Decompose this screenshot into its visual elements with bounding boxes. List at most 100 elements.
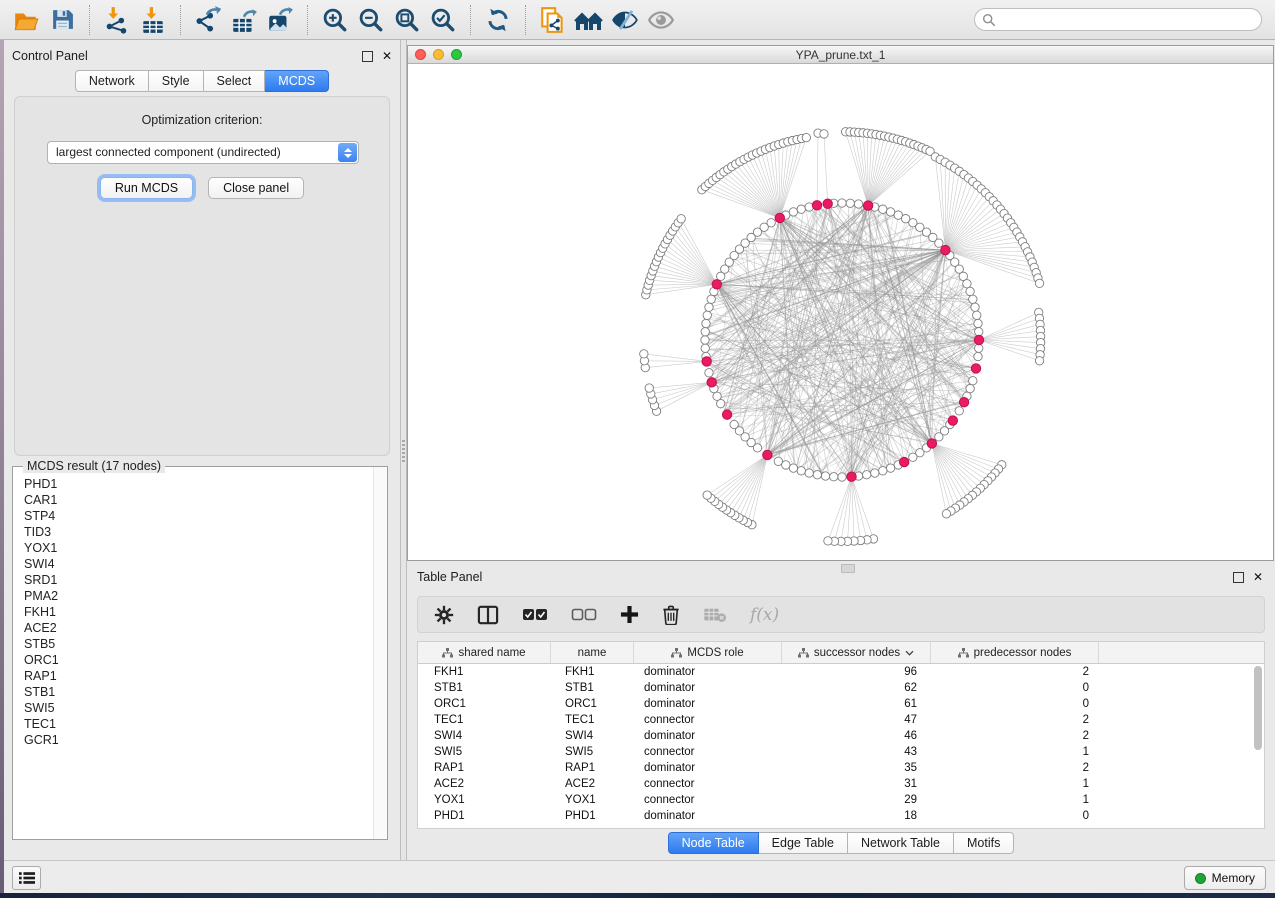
table-cell: 47 <box>782 712 931 728</box>
mcds-result-item[interactable]: GCR1 <box>24 732 373 748</box>
select-all-icon[interactable] <box>522 603 548 627</box>
mcds-result-list[interactable]: PHD1CAR1STP4TID3YOX1SWI4SRD1PMA2FKH1ACE2… <box>14 470 373 838</box>
table-row[interactable]: STB1STB1dominator620 <box>418 680 1264 696</box>
mcds-result-item[interactable]: TEC1 <box>24 716 373 732</box>
table-row[interactable]: ACE2ACE2connector311 <box>418 776 1264 792</box>
network-window-titlebar[interactable]: YPA_prune.txt_1 <box>408 46 1273 64</box>
table-row[interactable]: SWI5SWI5connector431 <box>418 744 1264 760</box>
hide-annotations-icon[interactable] <box>610 5 640 35</box>
table-cell: ORC1 <box>551 696 634 712</box>
node-table-body[interactable]: FKH1FKH1dominator962STB1STB1dominator620… <box>418 664 1264 824</box>
mcds-result-item[interactable]: STB1 <box>24 684 373 700</box>
show-graphics-details-icon[interactable] <box>646 5 676 35</box>
add-column-icon[interactable] <box>620 603 639 627</box>
table-row[interactable]: ORC1ORC1dominator610 <box>418 696 1264 712</box>
column-header-successor-nodes[interactable]: successor nodes <box>782 642 931 663</box>
network-graph[interactable] <box>408 63 1273 560</box>
table-settings-gear-icon[interactable] <box>434 603 454 627</box>
column-header-MCDS-role[interactable]: MCDS role <box>634 642 782 663</box>
table-row[interactable]: FKH1FKH1dominator962 <box>418 664 1264 680</box>
table-cell: PHD1 <box>418 808 551 824</box>
table-row[interactable]: YOX1YOX1connector291 <box>418 792 1264 808</box>
memory-button[interactable]: Memory <box>1184 866 1266 890</box>
network-canvas[interactable] <box>408 63 1273 560</box>
table-cell-filler <box>1099 664 1264 680</box>
deselect-all-icon[interactable] <box>571 603 597 627</box>
mcds-result-item[interactable]: PMA2 <box>24 588 373 604</box>
float-table-panel-icon[interactable] <box>1233 572 1244 583</box>
table-cell: 31 <box>782 776 931 792</box>
ndex-icon[interactable] <box>574 5 604 35</box>
float-panel-icon[interactable] <box>362 51 373 62</box>
toolbar-separator <box>89 5 90 35</box>
table-row[interactable]: SWI4SWI4dominator462 <box>418 728 1264 744</box>
mcds-result-item[interactable]: SWI4 <box>24 556 373 572</box>
mcds-result-item[interactable]: ACE2 <box>24 620 373 636</box>
mcds-result-item[interactable]: STB5 <box>24 636 373 652</box>
splitter-grip[interactable] <box>402 440 405 462</box>
table-tab-node-table[interactable]: Node Table <box>668 832 759 854</box>
mcds-result-item[interactable]: SWI5 <box>24 700 373 716</box>
mcds-result-item[interactable]: TID3 <box>24 524 373 540</box>
show-columns-icon[interactable] <box>477 603 499 627</box>
export-table-icon[interactable] <box>229 5 259 35</box>
column-header-shared-name[interactable]: shared name <box>418 642 551 663</box>
table-cell-filler <box>1099 712 1264 728</box>
clone-network-icon[interactable] <box>538 5 568 35</box>
table-row[interactable]: TEC1TEC1connector472 <box>418 712 1264 728</box>
node-table-header[interactable]: shared namenameMCDS rolesuccessor nodesp… <box>418 642 1264 664</box>
save-session-icon[interactable] <box>47 5 77 35</box>
result-scrollbar[interactable] <box>373 467 387 839</box>
task-history-button[interactable] <box>12 866 41 890</box>
tab-mcds[interactable]: MCDS <box>265 70 329 92</box>
mcds-result-item[interactable]: STP4 <box>24 508 373 524</box>
zoom-selected-icon[interactable] <box>428 5 458 35</box>
open-file-icon[interactable] <box>11 5 41 35</box>
tab-network[interactable]: Network <box>75 70 149 92</box>
table-tab-motifs[interactable]: Motifs <box>954 832 1014 854</box>
mcds-result-item[interactable]: YOX1 <box>24 540 373 556</box>
table-scrollbar[interactable] <box>1252 664 1263 827</box>
mcds-result-item[interactable]: PHD1 <box>24 476 373 492</box>
table-tab-edge-table[interactable]: Edge Table <box>759 832 848 854</box>
table-cell: 0 <box>931 808 1099 824</box>
refresh-layout-icon[interactable] <box>483 5 513 35</box>
panel-splitter[interactable] <box>400 40 407 860</box>
select-stepper-icon[interactable] <box>338 143 357 162</box>
table-scrollbar-thumb[interactable] <box>1254 666 1262 750</box>
search-field[interactable] <box>974 8 1262 31</box>
zoom-out-icon[interactable] <box>356 5 386 35</box>
mcds-result-item[interactable]: SRD1 <box>24 572 373 588</box>
column-header-name[interactable]: name <box>551 642 634 663</box>
tab-select[interactable]: Select <box>204 70 266 92</box>
mcds-result-item[interactable]: RAP1 <box>24 668 373 684</box>
table-cell: YOX1 <box>418 792 551 808</box>
close-panel-button[interactable]: Close panel <box>208 177 304 199</box>
table-row[interactable]: RAP1RAP1dominator352 <box>418 760 1264 776</box>
desktop-wallpaper-strip <box>0 40 4 898</box>
zoom-in-icon[interactable] <box>320 5 350 35</box>
export-network-icon[interactable] <box>193 5 223 35</box>
close-table-panel-icon[interactable]: ✕ <box>1253 572 1263 582</box>
table-cell: TEC1 <box>418 712 551 728</box>
import-network-icon[interactable] <box>102 5 132 35</box>
mcds-result-item[interactable]: ORC1 <box>24 652 373 668</box>
export-image-icon[interactable] <box>265 5 295 35</box>
network-window: YPA_prune.txt_1 <box>407 45 1274 561</box>
close-panel-icon[interactable]: ✕ <box>382 51 392 61</box>
delete-column-icon[interactable] <box>662 603 680 627</box>
run-mcds-button[interactable]: Run MCDS <box>100 177 193 199</box>
table-row[interactable]: PHD1PHD1dominator180 <box>418 808 1264 824</box>
zoom-fit-icon[interactable] <box>392 5 422 35</box>
search-input[interactable] <box>1000 10 1261 30</box>
mcds-result-item[interactable]: FKH1 <box>24 604 373 620</box>
attribute-icon <box>958 648 969 658</box>
import-table-icon[interactable] <box>138 5 168 35</box>
table-cell: connector <box>634 792 782 808</box>
mcds-result-item[interactable]: CAR1 <box>24 492 373 508</box>
column-header-predecessor-nodes[interactable]: predecessor nodes <box>931 642 1099 663</box>
node-table[interactable]: shared namenameMCDS rolesuccessor nodesp… <box>417 641 1265 829</box>
tab-style[interactable]: Style <box>149 70 204 92</box>
table-tab-network-table[interactable]: Network Table <box>848 832 954 854</box>
optimization-criterion-select[interactable]: largest connected component (undirected) <box>47 141 359 164</box>
